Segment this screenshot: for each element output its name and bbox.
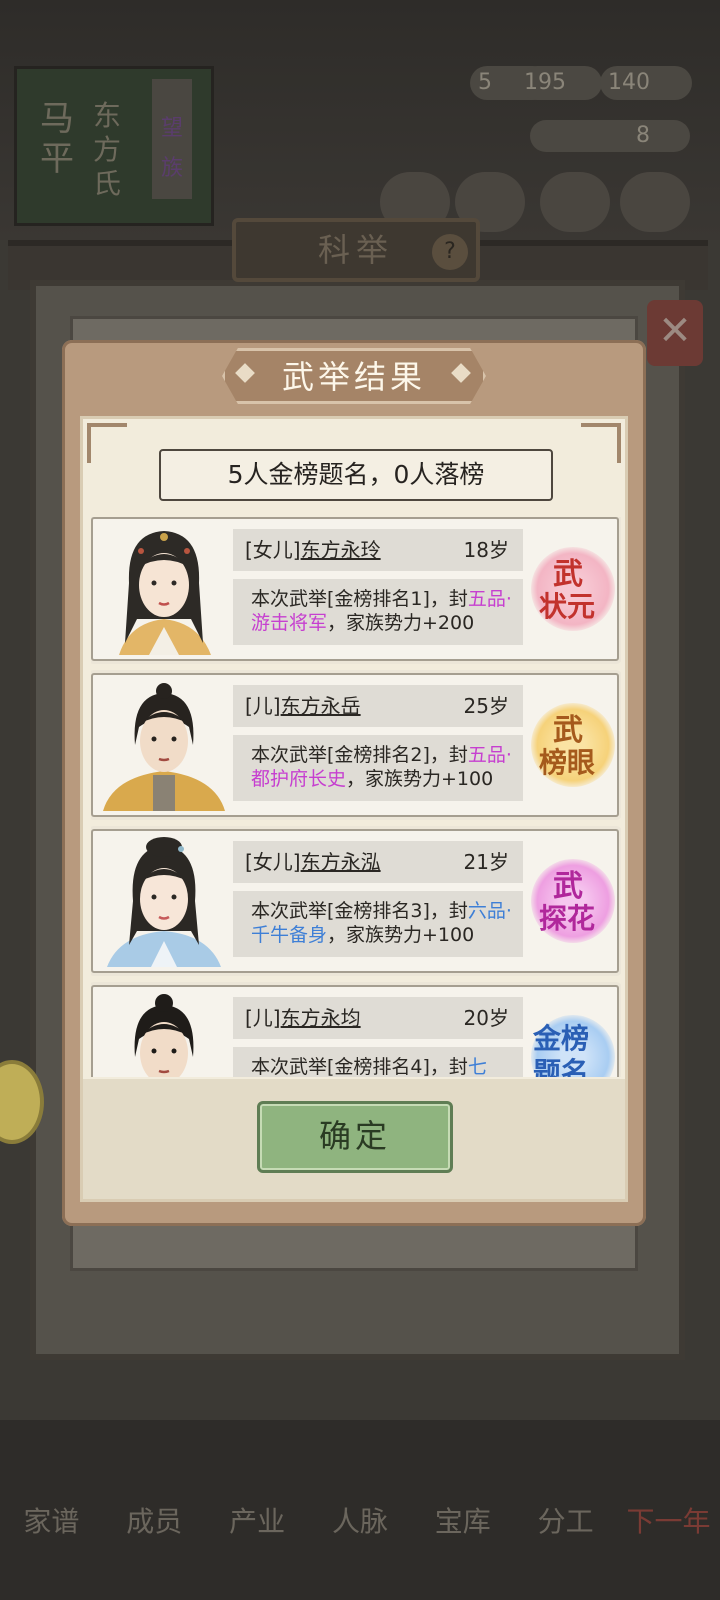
result-desc-prefix: 本次武举[金榜排名1]，封 xyxy=(251,588,468,610)
member-name-box: [儿]东方永岳 25岁 xyxy=(233,685,523,727)
member-age: 20岁 xyxy=(463,1006,509,1030)
close-icon[interactable]: ✕ xyxy=(647,300,703,366)
result-card: [儿]东方永岳 25岁 本次武举[金榜排名2]，封五品·都护府长史，家族势力+1… xyxy=(91,673,619,817)
result-desc-prefix: 本次武举[金榜排名2]，封 xyxy=(251,744,468,766)
family-clan-label: 马平 xyxy=(40,99,74,179)
menu-icon-3[interactable] xyxy=(540,172,610,232)
nav-item-family-tree[interactable]: 家谱 xyxy=(6,1500,96,1560)
seal-line-2: 题名 xyxy=(533,1056,590,1077)
result-card: [女儿]东方永泓 21岁 本次武举[金榜排名3]，封六品·千牛备身，家族势力+1… xyxy=(91,829,619,973)
corner-ornament xyxy=(581,423,621,463)
member-age: 25岁 xyxy=(463,694,509,718)
result-summary: 5人金榜题名，0人落榜 xyxy=(159,449,553,501)
title-seal: 金榜 题名 xyxy=(531,1015,615,1077)
result-rank: 七 xyxy=(467,1056,487,1077)
resource-4: 8 xyxy=(530,120,690,152)
seal-line-2: 状元 xyxy=(539,590,596,623)
help-icon[interactable]: ? xyxy=(432,234,468,270)
bottom-nav: 家谱 成员 产业 人脉 宝库 分工 下一年 xyxy=(0,1500,720,1560)
avatar xyxy=(99,679,229,811)
result-card: [儿]东方永均 20岁 本次武举[金榜排名4]，封七 金榜 题名 xyxy=(91,985,619,1077)
seal-line-2: 探花 xyxy=(539,902,596,935)
menu-icon-4[interactable] xyxy=(620,172,690,232)
nav-item-connections[interactable]: 人脉 xyxy=(315,1500,405,1560)
corner-ornament xyxy=(87,423,127,463)
result-desc-prefix: 本次武举[金榜排名4]，封 xyxy=(251,1056,468,1077)
avatar xyxy=(99,991,229,1077)
member-name-box: [女儿]东方永玲 18岁 xyxy=(233,529,523,571)
member-name[interactable]: 东方永玲 xyxy=(301,538,381,562)
result-description: 本次武举[金榜排名3]，封六品·千牛备身，家族势力+100 xyxy=(233,891,523,957)
member-age: 21岁 xyxy=(463,850,509,874)
nav-item-industry[interactable]: 产业 xyxy=(212,1500,302,1560)
result-desc-prefix: 本次武举[金榜排名3]，封 xyxy=(251,900,468,922)
result-description: 本次武举[金榜排名1]，封五品·游击将军，家族势力+200 xyxy=(233,579,523,645)
family-book[interactable]: 马平 东方氏 望族 xyxy=(14,66,214,226)
member-relation: [儿] xyxy=(245,1006,281,1030)
confirm-button[interactable]: 确定 xyxy=(257,1101,453,1173)
family-surname-label: 东方氏 xyxy=(92,99,121,200)
member-age: 18岁 xyxy=(463,538,509,562)
title-seal: 武 探花 xyxy=(531,859,615,943)
seal-line-2: 榜眼 xyxy=(539,746,596,779)
title-seal: 武 状元 xyxy=(531,547,615,631)
family-tag-label: 望族 xyxy=(152,79,192,199)
result-desc-suffix: ，家族势力+200 xyxy=(327,612,475,634)
nav-item-division[interactable]: 分工 xyxy=(521,1500,611,1560)
title-seal: 武 榜眼 xyxy=(531,703,615,787)
member-name-box: [女儿]东方永泓 21岁 xyxy=(233,841,523,883)
result-description: 本次武举[金榜排名4]，封七 xyxy=(233,1047,523,1077)
member-relation: [女儿] xyxy=(245,538,301,562)
result-description: 本次武举[金榜排名2]，封五品·都护府长史，家族势力+100 xyxy=(233,735,523,801)
resource-2: 195 xyxy=(520,66,602,100)
member-name[interactable]: 东方永均 xyxy=(281,1006,361,1030)
member-relation: [儿] xyxy=(245,694,281,718)
member-name[interactable]: 东方永岳 xyxy=(281,694,361,718)
member-name-box: [儿]东方永均 20岁 xyxy=(233,997,523,1039)
nav-item-members[interactable]: 成员 xyxy=(109,1500,199,1560)
member-name[interactable]: 东方永泓 xyxy=(301,850,381,874)
nav-item-treasury[interactable]: 宝库 xyxy=(418,1500,508,1560)
modal-body: 5人金榜题名，0人落榜 [女儿]东方永玲 18岁 本次武举[金榜排名1]，封五品… xyxy=(80,416,628,1202)
resource-3: 140 xyxy=(600,66,692,100)
avatar xyxy=(99,835,229,967)
nav-item-next-year[interactable]: 下一年 xyxy=(623,1500,713,1560)
member-relation: [女儿] xyxy=(245,850,301,874)
result-desc-suffix: ，家族势力+100 xyxy=(327,924,475,946)
result-card: [女儿]东方永玲 18岁 本次武举[金榜排名1]，封五品·游击将军，家族势力+2… xyxy=(91,517,619,661)
result-desc-suffix: ，家族势力+100 xyxy=(346,768,494,790)
modal-title: 武举结果 xyxy=(222,348,486,404)
avatar xyxy=(99,523,229,655)
result-list[interactable]: [女儿]东方永玲 18岁 本次武举[金榜排名1]，封五品·游击将军，家族势力+2… xyxy=(91,517,621,1077)
modal-footer: 确定 xyxy=(83,1079,625,1199)
exam-result-modal: 武举结果 5人金榜题名，0人落榜 [女儿]东方永玲 18岁 本次武举[金榜排名1… xyxy=(62,340,646,1226)
